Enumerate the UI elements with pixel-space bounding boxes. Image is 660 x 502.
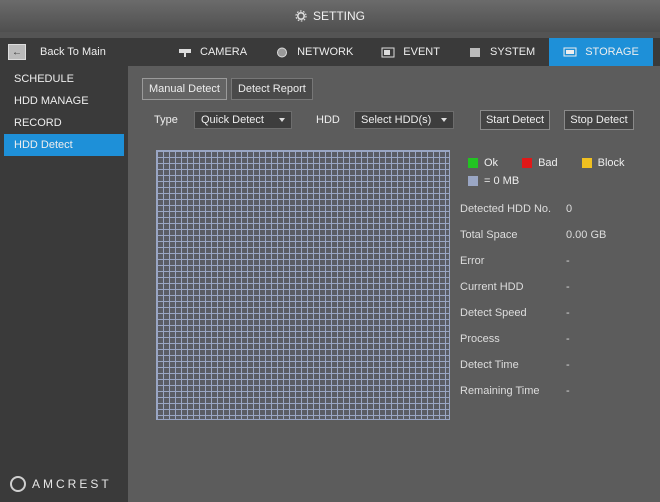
tab-storage-label: STORAGE xyxy=(585,46,639,58)
tab-system[interactable]: SYSTEM xyxy=(454,38,549,66)
stat-current-hdd: Current HDD - xyxy=(460,274,606,300)
gear-icon xyxy=(295,10,307,22)
tab-camera-label: CAMERA xyxy=(200,46,248,58)
hdd-select-wrap: Select HDD(s) xyxy=(354,110,454,130)
subtab-bar: Manual Detect Detect Report xyxy=(142,78,313,100)
stat-detect-time: Detect Time - xyxy=(460,352,606,378)
tab-camera[interactable]: CAMERA xyxy=(164,38,261,66)
stat-value: - xyxy=(566,281,570,293)
type-select-value: Quick Detect xyxy=(201,114,264,126)
stat-detected-hdd: Detected HDD No. 0 xyxy=(460,196,606,222)
stat-remaining-time: Remaining Time - xyxy=(460,378,606,404)
window-title-text: SETTING xyxy=(312,9,365,23)
ok-swatch xyxy=(468,158,478,168)
hdd-block-grid xyxy=(156,150,450,420)
legend: Ok Bad Block = 0 MB xyxy=(468,154,625,190)
stat-error: Error - xyxy=(460,248,606,274)
start-detect-button[interactable]: Start Detect xyxy=(480,110,550,130)
stat-label: Detect Speed xyxy=(460,307,527,319)
tab-manual-detect[interactable]: Manual Detect xyxy=(142,78,227,100)
back-arrow-icon: ← xyxy=(8,44,26,60)
stat-label: Detect Time xyxy=(460,359,519,371)
stat-label: Detected HDD No. xyxy=(460,203,552,215)
stat-label: Process xyxy=(460,333,500,345)
hdd-select-value: Select HDD(s) xyxy=(361,114,432,126)
unit-swatch xyxy=(468,176,478,186)
type-select[interactable]: Quick Detect xyxy=(194,111,292,129)
stat-value: - xyxy=(566,307,570,319)
back-to-main-button[interactable]: ← Back To Main xyxy=(8,38,156,66)
stat-label: Total Space xyxy=(460,229,518,241)
legend-block: Block xyxy=(597,157,625,169)
nav-bar: ← Back To Main CAMERA NETWORK EVENT SYST… xyxy=(0,38,660,66)
stat-value: - xyxy=(566,333,570,345)
stat-label: Current HDD xyxy=(460,281,524,293)
brand-logo: AMCREST xyxy=(10,476,112,492)
stat-detect-speed: Detect Speed - xyxy=(460,300,606,326)
tab-detect-report[interactable]: Detect Report xyxy=(230,78,313,100)
legend-unit-row: = 0 MB xyxy=(468,172,625,190)
type-select-wrap: Quick Detect xyxy=(194,110,292,130)
legend-row: Ok Bad Block xyxy=(468,154,625,172)
bad-swatch xyxy=(522,158,533,168)
stat-label: Remaining Time xyxy=(460,385,540,397)
tab-network-label: NETWORK xyxy=(297,46,354,58)
tab-system-label: SYSTEM xyxy=(489,46,536,58)
window-title: SETTING xyxy=(295,9,365,23)
storage-icon xyxy=(563,47,577,56)
camera-icon xyxy=(179,48,191,57)
legend-bad: Bad xyxy=(538,157,558,169)
tab-storage[interactable]: STORAGE xyxy=(549,38,653,66)
back-to-main-label: Back To Main xyxy=(40,46,106,58)
network-icon xyxy=(277,47,288,57)
main-tabs: CAMERA NETWORK EVENT SYSTEM STORAGE xyxy=(164,38,653,66)
stat-value: 0 xyxy=(566,203,573,215)
sidebar-item-record[interactable]: RECORD xyxy=(0,112,128,134)
tab-event[interactable]: EVENT xyxy=(367,38,454,66)
sidebar-item-hdd-manage[interactable]: HDD MANAGE xyxy=(0,90,128,112)
sidebar-item-schedule[interactable]: SCHEDULE xyxy=(0,68,128,90)
title-bar: SETTING xyxy=(0,0,660,32)
hdd-label: HDD xyxy=(316,114,340,126)
stat-label: Error xyxy=(460,255,485,267)
sidebar-item-hdd-detect[interactable]: HDD Detect xyxy=(4,134,124,156)
event-icon xyxy=(381,47,395,57)
tab-network[interactable]: NETWORK xyxy=(261,38,367,66)
stop-detect-button[interactable]: Stop Detect xyxy=(564,110,634,130)
amcrest-logo-icon xyxy=(10,476,26,492)
sidebar: SCHEDULE HDD MANAGE RECORD HDD Detect AM… xyxy=(0,66,128,502)
legend-unit: = 0 MB xyxy=(484,175,520,187)
stat-value: - xyxy=(566,359,570,371)
brand-logo-text: AMCREST xyxy=(32,477,112,491)
system-icon xyxy=(469,47,480,57)
stat-value: - xyxy=(566,255,570,267)
chevron-down-icon xyxy=(441,118,447,122)
chevron-down-icon xyxy=(279,118,285,122)
stat-value: - xyxy=(566,385,570,397)
type-label: Type xyxy=(154,114,178,126)
legend-ok: Ok xyxy=(484,157,499,169)
detect-stats: Detected HDD No. 0 Total Space 0.00 GB E… xyxy=(460,196,606,404)
content-area: Manual Detect Detect Report Type Quick D… xyxy=(128,66,660,502)
tab-event-label: EVENT xyxy=(403,46,440,58)
stat-total-space: Total Space 0.00 GB xyxy=(460,222,606,248)
hdd-select[interactable]: Select HDD(s) xyxy=(354,111,454,129)
stat-value: 0.00 GB xyxy=(566,229,607,241)
block-swatch xyxy=(581,158,592,168)
stat-process: Process - xyxy=(460,326,606,352)
